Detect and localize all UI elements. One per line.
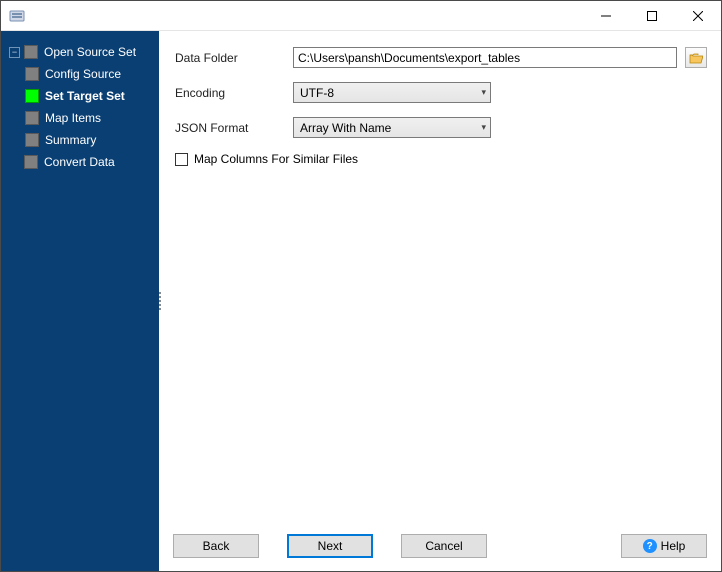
- close-button[interactable]: [675, 1, 721, 31]
- step-open-source-set[interactable]: − Open Source Set: [1, 41, 159, 63]
- data-folder-input[interactable]: [293, 47, 677, 68]
- step-label: Config Source: [45, 67, 121, 81]
- chevron-down-icon: ▾: [481, 122, 486, 133]
- help-icon: ?: [643, 539, 657, 553]
- json-format-select[interactable]: Array With Name ▾: [293, 117, 491, 138]
- map-columns-row: Map Columns For Similar Files: [175, 152, 707, 166]
- map-columns-checkbox[interactable]: [175, 153, 188, 166]
- step-label: Map Items: [45, 111, 101, 125]
- collapse-icon[interactable]: −: [9, 47, 20, 58]
- form-area: Data Folder Encoding UTF-8 ▾: [159, 31, 721, 529]
- map-columns-label: Map Columns For Similar Files: [194, 152, 358, 166]
- step-config-source[interactable]: Config Source: [21, 63, 159, 85]
- main-panel: Data Folder Encoding UTF-8 ▾: [159, 31, 721, 571]
- minimize-button[interactable]: [583, 1, 629, 31]
- titlebar: [1, 1, 721, 31]
- back-button[interactable]: Back: [173, 534, 259, 558]
- step-summary[interactable]: Summary: [21, 129, 159, 151]
- button-label: Back: [203, 539, 230, 553]
- button-label: Cancel: [425, 539, 462, 553]
- step-status-icon: [25, 111, 39, 125]
- data-folder-label: Data Folder: [175, 51, 285, 65]
- step-status-icon: [24, 155, 38, 169]
- step-label: Open Source Set: [44, 45, 136, 59]
- step-set-target-set[interactable]: Set Target Set: [21, 85, 159, 107]
- step-status-icon: [24, 45, 38, 59]
- step-label: Set Target Set: [45, 89, 125, 103]
- json-format-label: JSON Format: [175, 121, 285, 135]
- step-convert-data[interactable]: Convert Data: [1, 151, 159, 173]
- button-label: Help: [661, 539, 686, 553]
- step-status-icon: [25, 133, 39, 147]
- step-map-items[interactable]: Map Items: [21, 107, 159, 129]
- maximize-button[interactable]: [629, 1, 675, 31]
- sidebar-splitter[interactable]: [155, 31, 159, 571]
- chevron-down-icon: ▾: [481, 87, 486, 98]
- step-label: Summary: [45, 133, 96, 147]
- button-label: Next: [318, 539, 343, 553]
- encoding-select[interactable]: UTF-8 ▾: [293, 82, 491, 103]
- next-button[interactable]: Next: [287, 534, 373, 558]
- cancel-button[interactable]: Cancel: [401, 534, 487, 558]
- step-status-icon: [25, 89, 39, 103]
- encoding-value: UTF-8: [300, 86, 334, 100]
- json-format-value: Array With Name: [300, 121, 391, 135]
- splitter-grip-icon: [159, 292, 161, 310]
- app-icon: [9, 8, 25, 24]
- wizard-button-bar: Back Next Cancel ? Help: [159, 529, 721, 571]
- browse-folder-button[interactable]: [685, 47, 707, 68]
- expander-placeholder: [9, 157, 20, 168]
- folder-open-icon: [689, 52, 703, 64]
- step-status-icon: [25, 67, 39, 81]
- encoding-label: Encoding: [175, 86, 285, 100]
- wizard-steps-sidebar: − Open Source Set Config Source: [1, 31, 159, 571]
- wizard-window: − Open Source Set Config Source: [0, 0, 722, 572]
- step-label: Convert Data: [44, 155, 115, 169]
- help-button[interactable]: ? Help: [621, 534, 707, 558]
